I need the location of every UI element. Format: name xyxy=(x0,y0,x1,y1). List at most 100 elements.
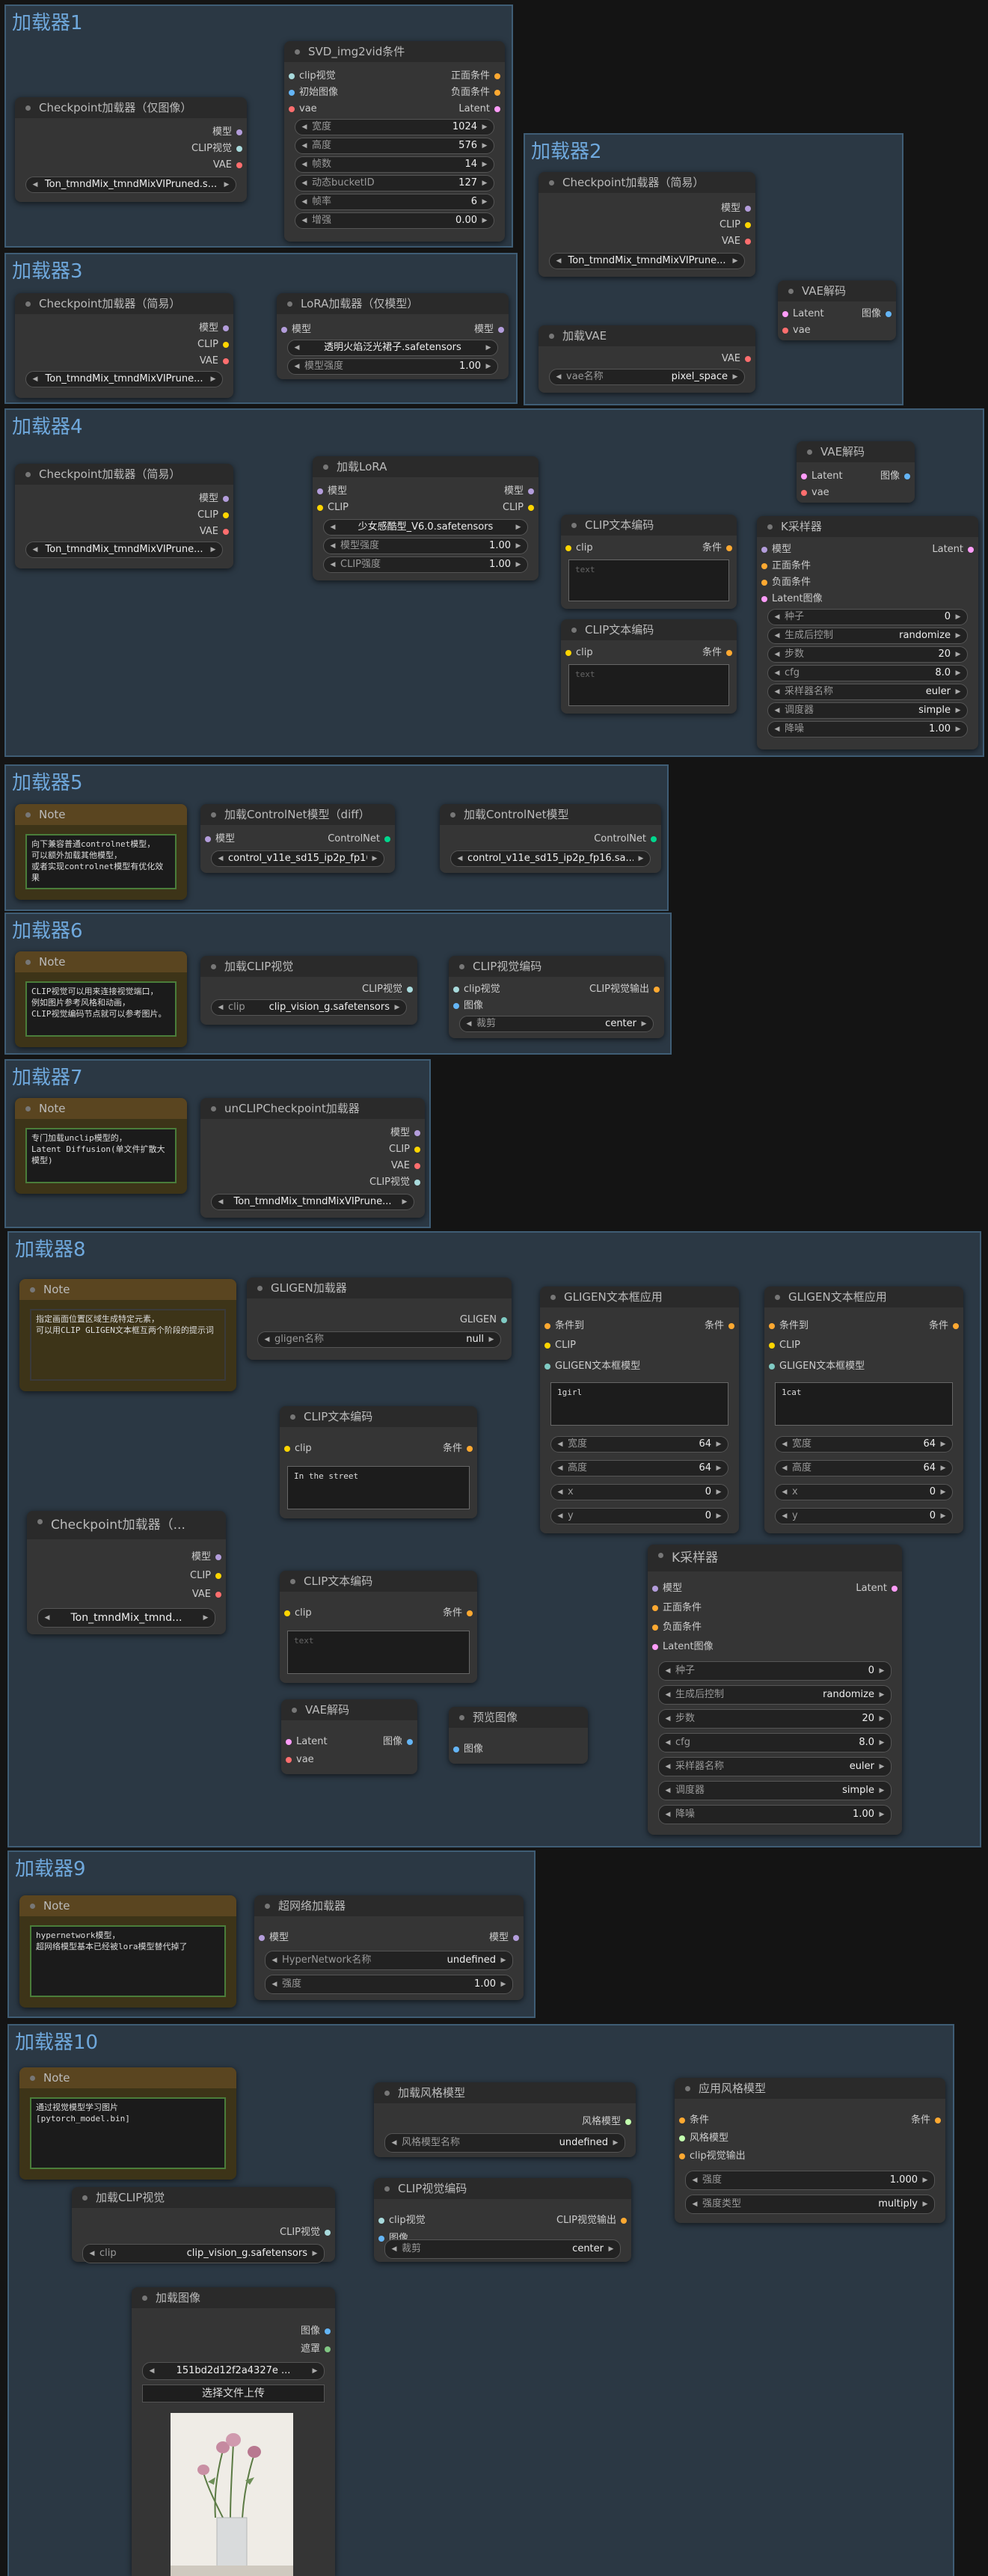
output-model[interactable]: 模型 xyxy=(199,322,233,335)
node-checkpoint-simple-3[interactable]: Checkpoint加载器（简易） 模型 CLIP VAE ◀ Ton_tmndM… xyxy=(15,293,233,398)
model-strength-widget[interactable]: ◀ 模型强度 1.00 ▶ xyxy=(287,358,498,375)
arrow-left-icon[interactable]: ◀ xyxy=(553,369,565,384)
steps-widget[interactable]: ◀ 步数 20 ▶ xyxy=(767,646,968,663)
arrow-left-icon[interactable]: ◀ xyxy=(662,1758,674,1776)
output-latent[interactable]: Latent xyxy=(856,1582,902,1595)
input-model[interactable]: 模型 xyxy=(200,832,235,846)
x-widget[interactable]: ◀ x 0 ▶ xyxy=(775,1484,953,1500)
node-checkpoint-simple-4[interactable]: Checkpoint加载器（简易） 模型 CLIP VAE ◀ Ton_tmndM… xyxy=(15,464,233,568)
input-model[interactable]: 模型 xyxy=(757,543,791,556)
prompt-textarea[interactable]: text xyxy=(568,664,729,706)
output-clip-vision[interactable]: CLIP视觉 xyxy=(362,983,417,996)
output-vae[interactable]: VAE xyxy=(722,235,755,248)
node-clip-vision-encode-6[interactable]: CLIP视觉编码 clip视觉 图像 CLIP视觉输出 ◀ 裁剪 center ▶ xyxy=(449,956,664,1038)
note-text[interactable]: hypernetwork模型， 超网络模型基本已经被lora模型替代掉了 xyxy=(30,1925,226,1997)
output-conditioning[interactable]: 条件 xyxy=(443,1607,477,1620)
input-image[interactable]: 图像 xyxy=(449,1743,483,1756)
arrow-right-icon[interactable]: ▶ xyxy=(952,647,964,662)
arrow-right-icon[interactable]: ▶ xyxy=(479,213,491,228)
arrow-right-icon[interactable]: ▶ xyxy=(876,1662,888,1680)
y-widget[interactable]: ◀ y 0 ▶ xyxy=(550,1508,728,1524)
arrow-left-icon[interactable]: ◀ xyxy=(215,1195,227,1209)
output-conditioning[interactable]: 条件 xyxy=(705,1319,739,1333)
input-negative[interactable]: 负面条件 xyxy=(648,1621,702,1634)
arrow-left-icon[interactable]: ◀ xyxy=(86,2245,98,2263)
x-widget[interactable]: ◀ x 0 ▶ xyxy=(550,1484,728,1500)
arrow-right-icon[interactable]: ▶ xyxy=(479,194,491,209)
arrow-right-icon[interactable]: ▶ xyxy=(937,1509,949,1524)
node-checkpoint-image-only[interactable]: Checkpoint加载器（仅图像） 模型 CLIP视觉 VAE ◀ Ton_tm… xyxy=(15,97,247,202)
arrow-left-icon[interactable]: ◀ xyxy=(327,557,339,572)
arrow-right-icon[interactable]: ▶ xyxy=(391,1000,403,1015)
arrow-right-icon[interactable]: ▶ xyxy=(729,369,741,384)
prompt-textarea[interactable]: text xyxy=(287,1631,470,1674)
arrow-left-icon[interactable]: ◀ xyxy=(215,851,227,866)
prompt-textarea[interactable]: In the street xyxy=(287,1466,470,1509)
output-clip[interactable]: CLIP xyxy=(197,509,233,522)
arrow-right-icon[interactable]: ▶ xyxy=(309,2363,321,2379)
cfg-widget[interactable]: ◀ cfg 8.0 ▶ xyxy=(658,1733,892,1752)
seed-widget[interactable]: ◀ 种子 0 ▶ xyxy=(767,609,968,625)
output-clip[interactable]: CLIP xyxy=(503,501,539,515)
seed-widget[interactable]: ◀ 种子 0 ▶ xyxy=(658,1661,892,1681)
arrow-right-icon[interactable]: ▶ xyxy=(713,1509,725,1524)
strength-type-widget[interactable]: ◀ 强度类型 multiply ▶ xyxy=(685,2195,935,2214)
arrow-left-icon[interactable]: ◀ xyxy=(554,1509,566,1524)
crop-widget[interactable]: ◀ 裁剪 center ▶ xyxy=(459,1016,654,1032)
arrow-right-icon[interactable]: ▶ xyxy=(876,1710,888,1728)
arrow-right-icon[interactable]: ▶ xyxy=(479,120,491,135)
arrow-left-icon[interactable]: ◀ xyxy=(662,1710,674,1728)
output-conditioning[interactable]: 条件 xyxy=(702,646,737,660)
width-widget[interactable]: ◀ 宽度 64 ▶ xyxy=(550,1436,728,1453)
arrow-right-icon[interactable]: ▶ xyxy=(876,1806,888,1824)
arrow-left-icon[interactable]: ◀ xyxy=(771,684,783,699)
arrow-right-icon[interactable]: ▶ xyxy=(937,1437,949,1452)
arrow-left-icon[interactable]: ◀ xyxy=(269,1975,280,1993)
output-image[interactable]: 图像 xyxy=(880,470,915,483)
input-image[interactable]: 图像 xyxy=(449,999,483,1013)
arrow-right-icon[interactable]: ▶ xyxy=(485,1332,497,1347)
output-negative[interactable]: 负面条件 xyxy=(451,86,505,99)
upload-button[interactable]: 选择文件上传 xyxy=(142,2385,325,2402)
output-model[interactable]: 模型 xyxy=(199,492,233,506)
output-conditioning[interactable]: 条件 xyxy=(443,1442,477,1456)
node-note-8[interactable]: Note 指定画面位置区域生成特定元素， 可以用CLIP GLIGEN文本框互两… xyxy=(19,1279,236,1391)
arrow-right-icon[interactable]: ▶ xyxy=(638,1016,650,1031)
height-widget[interactable]: ◀ 高度 576 ▶ xyxy=(295,138,494,154)
output-clip[interactable]: CLIP xyxy=(197,338,233,352)
arrow-right-icon[interactable]: ▶ xyxy=(399,1195,411,1209)
hypernetwork-name-select[interactable]: ◀ HyperNetwork名称 undefined ▶ xyxy=(265,1951,513,1970)
node-hypernetwork-loader[interactable]: 超网络加载器 模型 模型 ◀ HyperNetwork名称 undefined ▶ ◀… xyxy=(254,1895,524,2000)
node-gligen-apply-2[interactable]: GLIGEN文本框应用 条件到 CLIP GLIGEN文本框模型 条件 1cat… xyxy=(764,1287,963,1533)
output-clip-vision[interactable]: CLIP视觉输出 xyxy=(556,2214,631,2227)
output-latent[interactable]: Latent xyxy=(932,543,978,556)
vae-name-select[interactable]: ◀ vae名称 pixel_space ▶ xyxy=(549,369,745,385)
input-latent[interactable]: Latent xyxy=(778,307,824,321)
output-model[interactable]: 模型 xyxy=(504,485,539,498)
controlnet-select[interactable]: ◀control_v11e_sd15_ip2p_fp16.saf...▶ xyxy=(211,850,384,867)
arrow-left-icon[interactable]: ◀ xyxy=(454,851,466,866)
node-ksampler-8[interactable]: K采样器 模型 正面条件 负面条件 Latent图像 Latent ◀ 种子 0 ▶ … xyxy=(648,1545,902,1835)
input-conditioning[interactable]: 条件 xyxy=(675,2114,709,2127)
arrow-right-icon[interactable]: ▶ xyxy=(482,359,494,374)
width-widget[interactable]: ◀ 宽度 64 ▶ xyxy=(775,1436,953,1453)
input-conditioning[interactable]: 条件到 xyxy=(540,1319,584,1333)
arrow-right-icon[interactable]: ▶ xyxy=(479,138,491,153)
node-note-10[interactable]: Note 通过视觉模型学习图片 [pytorch_model.bin] xyxy=(19,2067,236,2180)
input-conditioning[interactable]: 条件到 xyxy=(764,1319,808,1333)
node-ksampler-4[interactable]: K采样器 模型 正面条件 负面条件 Latent图像 Latent ◀ 种子 0 ▶ … xyxy=(757,516,978,749)
clip-vision-select[interactable]: ◀ clip clip_vision_g.safetensors ▶ xyxy=(211,999,407,1016)
arrow-left-icon[interactable]: ◀ xyxy=(662,1734,674,1752)
arrow-left-icon[interactable]: ◀ xyxy=(291,359,303,374)
node-note-9[interactable]: Note hypernetwork模型， 超网络模型基本已经被lora模型替代掉… xyxy=(19,1895,236,2008)
output-mask[interactable]: 遮罩 xyxy=(301,2343,335,2356)
output-image[interactable]: 图像 xyxy=(383,1735,417,1749)
output-vae[interactable]: VAE xyxy=(200,525,233,539)
arrow-right-icon[interactable]: ▶ xyxy=(919,2195,931,2213)
input-latent[interactable]: Latent xyxy=(797,470,843,483)
output-vae[interactable]: VAE xyxy=(722,352,755,366)
arrow-right-icon[interactable]: ▶ xyxy=(876,1686,888,1704)
node-checkpoint-8[interactable]: Checkpoint加载器（... 模型 CLIP VAE ◀ Ton_tmndM… xyxy=(27,1511,226,1634)
arrow-right-icon[interactable]: ▶ xyxy=(369,851,381,866)
arrow-left-icon[interactable]: ◀ xyxy=(771,647,783,662)
